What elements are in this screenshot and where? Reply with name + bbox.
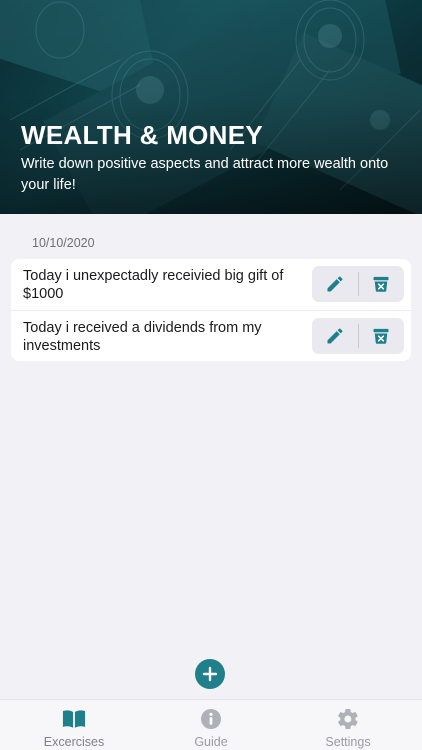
entry-actions [312, 318, 404, 354]
entries-list: Today i unexpectadly receivied big gift … [11, 259, 411, 361]
tab-label: Guide [194, 735, 228, 749]
page-title: WEALTH & MONEY [21, 120, 264, 150]
edit-button[interactable] [312, 318, 358, 354]
pencil-icon [327, 328, 343, 344]
tab-settings[interactable]: Settings [278, 700, 418, 750]
delete-button[interactable] [358, 318, 404, 354]
tab-bar: Excercises Guide Settings [0, 699, 422, 750]
gear-icon [336, 708, 360, 730]
plus-icon [202, 666, 218, 682]
entry-text: Today i received a dividends from my inv… [23, 320, 262, 354]
edit-button[interactable] [312, 266, 358, 302]
tab-label: Excercises [43, 735, 105, 749]
pencil-icon [327, 276, 343, 292]
tab-excercises[interactable]: Excercises [4, 700, 144, 750]
page-subtitle: Write down positive aspects and attract … [21, 156, 389, 193]
tab-guide[interactable]: Guide [141, 700, 281, 750]
delete-button[interactable] [358, 266, 404, 302]
list-item: Today i unexpectadly receivied big gift … [11, 259, 411, 310]
app-screen: WEALTH & MONEY Write down positive aspec… [0, 0, 422, 750]
entry-text: Today i unexpectadly receivied big gift … [23, 268, 284, 302]
hero-header: WEALTH & MONEY Write down positive aspec… [0, 0, 422, 214]
tab-label: Settings [325, 735, 371, 749]
entry-date: 10/10/2020 [32, 236, 95, 250]
trash-icon [373, 276, 389, 292]
entry-actions [312, 266, 404, 302]
add-entry-button[interactable] [195, 659, 225, 689]
trash-icon [373, 328, 389, 344]
info-icon [199, 708, 223, 730]
list-item: Today i received a dividends from my inv… [11, 310, 411, 361]
book-icon [62, 708, 86, 730]
